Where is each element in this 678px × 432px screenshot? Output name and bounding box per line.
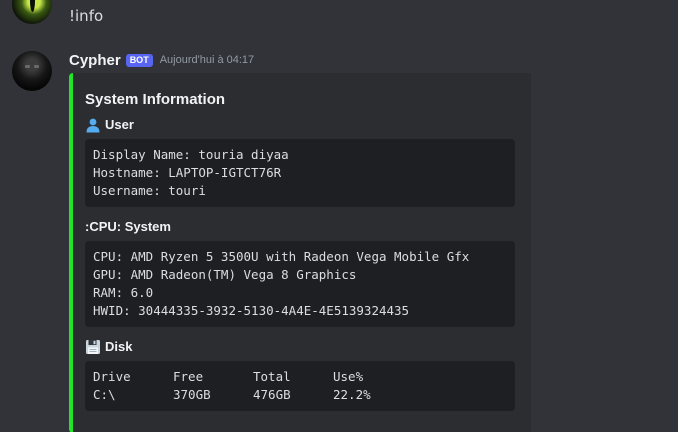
field-name-system: :CPU: System [85, 218, 515, 235]
field-label: :CPU: System [85, 219, 171, 234]
code-line: CPU: AMD Ryzen 5 3500U with Radeon Vega … [93, 249, 470, 264]
bot-avatar[interactable] [12, 51, 52, 91]
table-header: Free [173, 369, 204, 384]
avatar-detail [25, 65, 30, 68]
table-header: Total [253, 369, 291, 384]
message-content: !info [69, 7, 104, 25]
field-label: Disk [105, 339, 133, 354]
field-label: User [105, 117, 134, 132]
code-line: HWID: 30444335-3932-5130-4A4E-4E51393244… [93, 303, 410, 318]
table-header: Use% [333, 369, 364, 384]
user-codeblock: Display Name: touria diyaa Hostname: LAPT… [85, 139, 515, 207]
message-header: Cypher BOT Aujourd'hui à 04:17 [69, 51, 254, 69]
username[interactable]: Cypher [69, 52, 121, 69]
message-timestamp[interactable]: Aujourd'hui à 04:17 [160, 54, 254, 66]
table-header: Drive [93, 369, 131, 384]
field-name-user: User [85, 116, 515, 133]
embed-title: System Information [85, 91, 226, 108]
table-cell: 476GB [253, 387, 291, 402]
floppy-disk-icon [86, 339, 100, 354]
table-cell: 370GB [173, 387, 211, 402]
code-line: RAM: 6.0 [93, 285, 154, 300]
table-cell: 22.2% [333, 387, 371, 402]
table-cell: C:\ [93, 387, 116, 402]
avatar-detail [34, 65, 39, 68]
field-name-disk: Disk [85, 338, 515, 355]
code-line: Hostname: LAPTOP-IGTCT76R [93, 165, 282, 180]
code-line: Display Name: touria diyaa [93, 147, 289, 162]
disk-codeblock: Drive Free Total Use% C:\ 370GB 476GB 22.2% [85, 361, 515, 411]
user-avatar[interactable] [12, 0, 52, 24]
code-line: GPU: AMD Radeon(TM) Vega 8 Graphics [93, 267, 357, 282]
code-line: Username: touri [93, 183, 206, 198]
bot-badge: BOT [125, 53, 153, 67]
system-info-embed: System Information User Display Name: to… [69, 73, 531, 432]
system-codeblock: CPU: AMD Ryzen 5 3500U with Radeon Vega … [85, 241, 515, 327]
user-icon [86, 118, 100, 132]
disk-table: Drive Free Total Use% C:\ 370GB 476GB 22.2% [93, 368, 507, 404]
chat-view: !info Cypher BOT Aujourd'hui à 04:17 Sys… [0, 0, 678, 432]
